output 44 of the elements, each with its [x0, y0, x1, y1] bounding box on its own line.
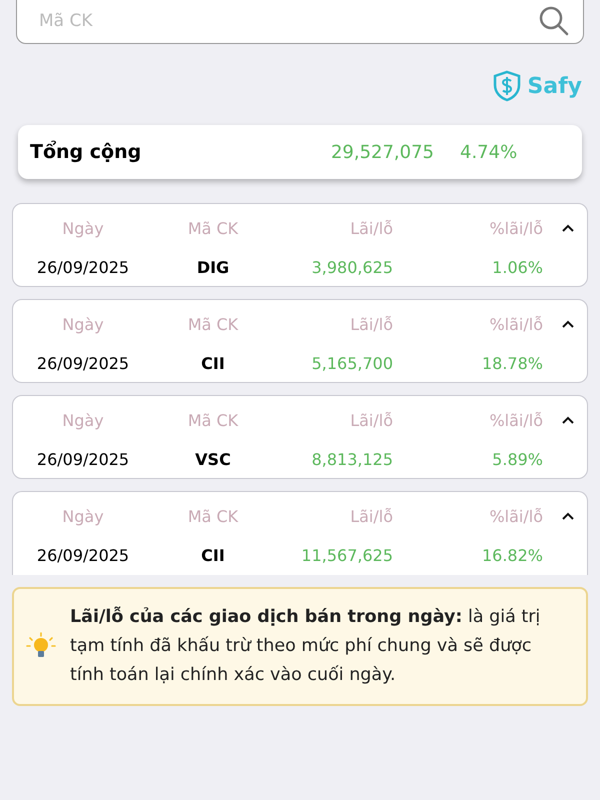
caret-icon[interactable]: [561, 415, 575, 425]
caret-icon[interactable]: [561, 319, 575, 329]
column-header: Ngày: [61, 218, 105, 238]
column-header: Lãi/lỗ: [349, 410, 393, 430]
column-header: Lãi/lỗ: [349, 506, 393, 526]
column-header: %lãi/lỗ: [488, 218, 543, 238]
column-header: Lãi/lỗ: [349, 218, 393, 238]
column-header: Mã CK: [186, 314, 240, 334]
search-icon[interactable]: [538, 5, 570, 37]
column-header: Mã CK: [186, 218, 240, 238]
stock-code: CII: [200, 546, 226, 564]
search-field[interactable]: Mã CK: [16, 0, 584, 44]
total-label: Tổng cộng: [30, 141, 142, 163]
notice-text: Lãi/lỗ của các giao dịch bán trong ngày: là giá trị tạm tính đã khấu trừ theo mức phí chung và sẽ được tính toán lại chính xác vào cuối ngày.: [70, 606, 542, 687]
column-header: Ngày: [61, 410, 105, 430]
profit-percent: 5.89%: [491, 450, 543, 468]
total-amount: 29,527,075: [330, 142, 434, 162]
profit-percent: 16.82%: [480, 546, 543, 564]
trade-date: 26/09/2025: [36, 450, 130, 468]
profit-percent: 1.06%: [491, 258, 543, 276]
column-header: Mã CK: [186, 506, 240, 526]
column-header: %lãi/lỗ: [488, 410, 543, 430]
column-header: %lãi/lỗ: [488, 506, 543, 526]
caret-icon[interactable]: [561, 223, 575, 233]
trade-date: 26/09/2025: [36, 354, 130, 372]
total-percent: 4.74%: [459, 142, 518, 162]
column-header: Lãi/lỗ: [349, 314, 393, 334]
profit-amount: 11,567,625: [300, 546, 393, 564]
profit-amount: 3,980,625: [310, 258, 393, 276]
column-header: Mã CK: [186, 410, 240, 430]
trade-date: 26/09/2025: [36, 258, 130, 276]
column-header: %lãi/lỗ: [488, 314, 543, 334]
caret-icon[interactable]: [561, 511, 575, 521]
brand-name: Safy: [527, 74, 582, 98]
stock-code: CII: [200, 354, 226, 372]
column-header: Ngày: [61, 314, 105, 334]
stock-code: VSC: [194, 450, 232, 468]
stock-code: DIG: [196, 258, 230, 276]
profit-amount: 8,813,125: [310, 450, 393, 468]
profit-amount: 5,165,700: [310, 354, 393, 372]
trade-date: 26/09/2025: [36, 546, 130, 564]
column-header: Ngày: [61, 506, 105, 526]
profit-percent: 18.78%: [480, 354, 543, 372]
shield-dollar-icon: [493, 70, 522, 102]
